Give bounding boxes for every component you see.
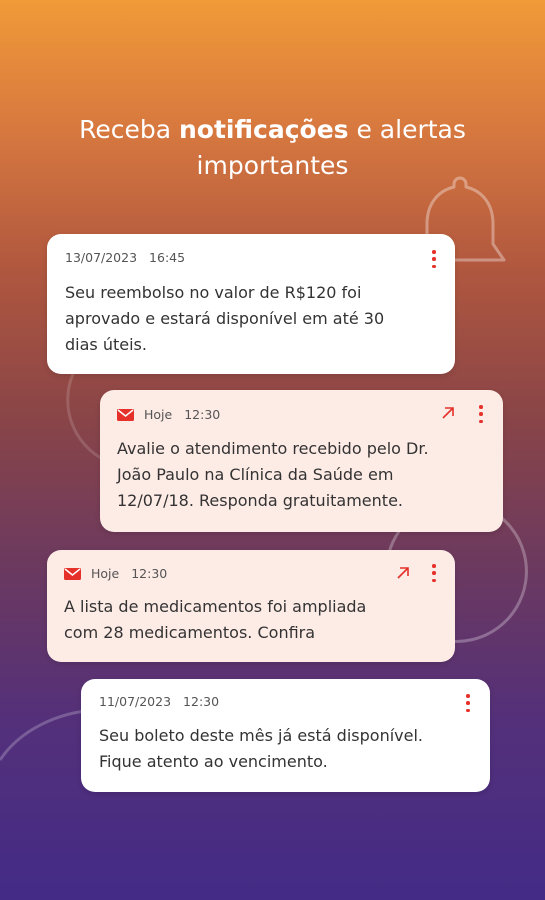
mail-icon — [117, 408, 134, 421]
notification-text-line: Fique atento ao vencimento. — [99, 752, 328, 771]
notification-date: Hoje — [144, 407, 173, 422]
title-part: e alertas — [348, 115, 466, 144]
notification-text-line: Avalie o atendimento recebido pelo Dr. — [117, 439, 429, 458]
notification-time: 12:30 — [183, 694, 220, 709]
notification-date: Hoje — [91, 566, 120, 581]
more-options-icon[interactable] — [431, 250, 437, 268]
arrow-up-right-icon[interactable] — [441, 406, 455, 420]
notification-meta: Hoje 12:30 — [117, 407, 220, 422]
notification-card[interactable]: Hoje 12:30 A lista de medicamentos foi a… — [47, 550, 455, 662]
notification-text-line: 12/07/18. Responda gratuitamente. — [117, 491, 403, 510]
title-bold: notificações — [178, 115, 349, 144]
notification-text-line: com 28 medicamentos. Confira — [64, 623, 316, 642]
notification-time: 12:30 — [131, 566, 168, 581]
notification-card[interactable]: 13/07/2023 16:45 Seu reembolso no valor … — [47, 234, 455, 374]
notification-time: 16:45 — [149, 250, 186, 265]
notification-text: Seu reembolso no valor de R$120 foi apro… — [65, 280, 384, 358]
notification-text-line: João Paulo na Clínica da Saúde em — [117, 465, 394, 484]
notification-meta: Hoje 12:30 — [64, 566, 167, 581]
notification-text: A lista de medicamentos foi ampliada com… — [64, 594, 366, 646]
notification-text: Seu boleto deste mês já está disponível.… — [99, 723, 423, 775]
notification-text-line: aprovado e estará disponível em até 30 — [65, 309, 385, 328]
more-options-icon[interactable] — [431, 564, 437, 582]
notification-meta: 11/07/2023 12:30 — [99, 694, 219, 709]
more-options-icon[interactable] — [478, 405, 484, 423]
page-title: Receba notificações e alertas importante… — [0, 112, 545, 184]
more-options-icon[interactable] — [465, 694, 471, 712]
notification-text-line: Seu boleto deste mês já está disponível. — [99, 726, 423, 745]
notification-card[interactable]: 11/07/2023 12:30 Seu boleto deste mês já… — [81, 679, 490, 792]
notification-date: 13/07/2023 — [65, 250, 138, 265]
notification-text-line: dias úteis. — [65, 335, 147, 354]
notification-date: 11/07/2023 — [99, 694, 172, 709]
notification-card[interactable]: Hoje 12:30 Avalie o atendimento recebido… — [100, 390, 503, 532]
notification-time: 12:30 — [184, 407, 221, 422]
arrow-up-right-icon[interactable] — [396, 566, 410, 580]
title-part: Receba — [79, 115, 179, 144]
notification-text-line: Seu reembolso no valor de R$120 foi — [65, 283, 362, 302]
notification-text: Avalie o atendimento recebido pelo Dr. J… — [117, 436, 429, 514]
notification-text-line: A lista de medicamentos foi ampliada — [64, 597, 367, 616]
title-line-2: importantes — [196, 151, 349, 180]
notification-meta: 13/07/2023 16:45 — [65, 250, 185, 265]
mail-icon — [64, 567, 81, 580]
